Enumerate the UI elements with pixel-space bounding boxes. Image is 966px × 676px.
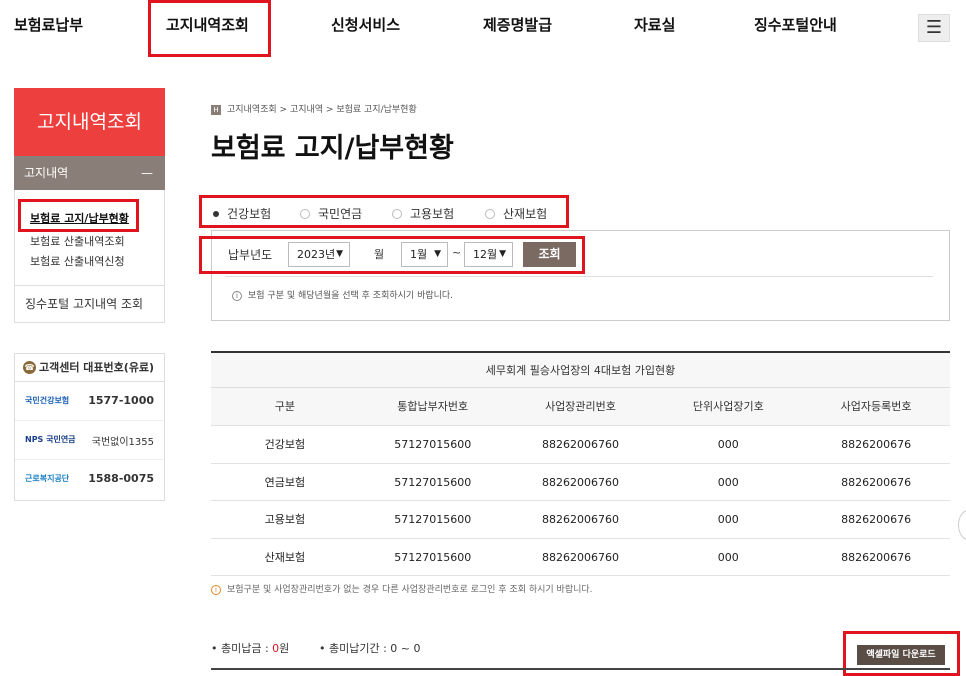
customer-center-box: ☎ 고객센터 대표번호(유료) 국민건강보험 1577-1000 NPS 국민연… (14, 353, 165, 501)
sidebar-item-calc-inquiry[interactable]: 보험료 산출내역조회 (30, 233, 125, 249)
radio-unchecked-icon (485, 209, 495, 219)
breadcrumb-text: 고지내역조회 > 고지내역 > 보험료 고지/납부현황 (227, 105, 417, 115)
table-cell: 8826200676 (841, 438, 912, 451)
table-cell: 000 (717, 475, 739, 489)
chevron-down-icon: ▼ (336, 249, 343, 259)
scroll-top-button[interactable] (958, 510, 966, 540)
range-tilde: ~ (452, 246, 462, 259)
table-cell: 건강보험 (264, 438, 306, 451)
nav-item-library[interactable]: 자료실 (634, 14, 675, 35)
search-note-text: 보험 구분 및 해당년월을 선택 후 조회하시기 바랍니다. (248, 291, 454, 301)
contact-row: 국민건강보험 1577-1000 (15, 383, 164, 421)
table-header-cell: 통합납부자번호 (358, 388, 507, 425)
nav-item-payment[interactable]: 보험료납부 (14, 14, 83, 35)
menu-icon[interactable]: ☰ (918, 14, 950, 42)
table-cell: 88262006760 (542, 438, 619, 451)
nav-item-application[interactable]: 신청서비스 (331, 14, 400, 35)
customer-center-label: 고객센터 대표번호(유료) (39, 361, 155, 374)
sidebar-item-calc-request[interactable]: 보험료 산출내역신청 (30, 253, 125, 269)
phone-icon: ☎ (23, 361, 36, 374)
year-label: 납부년도 (228, 248, 273, 262)
divider (225, 276, 933, 277)
arrears-label: • 총미납금 : (211, 642, 273, 655)
table-cell: 57127015600 (394, 513, 472, 526)
collapse-icon[interactable]: — (141, 156, 153, 190)
comwel-logo: 근로복지공단 (25, 474, 70, 483)
radio-employment[interactable]: 고용보험 (392, 205, 454, 222)
sidebar-highlight (18, 199, 139, 232)
chevron-down-icon: ▼ (434, 249, 441, 259)
top-nav: 보험료납부 고지내역조회 신청서비스 제증명발급 자료실 징수포털안내 ☰ (0, 0, 966, 52)
table-cell: 57127015600 (394, 438, 472, 451)
month-to-value: 12월 (473, 248, 498, 261)
table-header-cell: 구분 (211, 388, 359, 425)
table-header-cell: 단위사업장기호 (654, 388, 803, 425)
sidebar-section-label: 고지내역 (24, 166, 69, 180)
nav-item-certificate[interactable]: 제증명발급 (483, 14, 552, 35)
table-cell: 산재보험 (264, 550, 306, 564)
month-label: 월 (374, 248, 385, 261)
contact-row: 근로복지공단 1588-0075 (15, 461, 164, 499)
radio-label: 국민연금 (318, 207, 363, 221)
nav-item-portal-guide[interactable]: 징수포털안내 (754, 14, 837, 35)
table-cell: 000 (717, 438, 739, 451)
table-header-cell: 사업장관리번호 (506, 388, 655, 425)
year-select[interactable]: 2023년 ▼ (288, 242, 350, 267)
info-icon: i (211, 584, 221, 595)
month-from-value: 1월 (410, 248, 428, 261)
nps-logo: NPS 국민연금 (25, 435, 76, 444)
total-arrears: • 총미납금 : 0원 (211, 640, 289, 656)
table-caption: 세무회계 필승사업장의 4대보험 가입현황 (211, 353, 950, 388)
year-value: 2023년 (297, 248, 336, 261)
table-cell: 88262006760 (542, 475, 619, 489)
table-cell: 연금보험 (264, 475, 306, 489)
month-to-select[interactable]: 12월 ▼ (464, 242, 513, 267)
breadcrumb: H 고지내역조회 > 고지내역 > 보험료 고지/납부현황 (211, 102, 417, 115)
table-foot-note-text: 보험구분 및 사업장관리번호가 없는 경우 다른 사업장관리번호로 로그인 후 … (227, 585, 593, 595)
table-cell: 8826200676 (841, 475, 912, 489)
radio-label: 고용보험 (410, 207, 455, 221)
table-cell: 8826200676 (841, 513, 912, 526)
radio-unchecked-icon (300, 209, 310, 219)
search-button[interactable]: 조회 (523, 242, 576, 267)
table-cell: 88262006760 (542, 550, 619, 564)
chevron-down-icon: ▼ (499, 249, 506, 259)
table-header-cell: 사업자등록번호 (802, 388, 950, 425)
table-bottom-border (211, 668, 950, 670)
nhis-logo: 국민건강보험 (25, 396, 70, 405)
radio-label: 건강보험 (227, 207, 272, 221)
table-cell: 000 (717, 513, 739, 526)
sidebar-title: 고지내역조회 (14, 88, 165, 156)
nav-active-highlight (148, 0, 271, 57)
table-cell: 57127015600 (394, 475, 472, 489)
total-arrears-period: • 총미납기간 : 0 ~ 0 (319, 642, 421, 655)
contact-row: NPS 국민연금 국번없이1355 (15, 422, 164, 460)
page-title: 보험료 고지/납부현황 (211, 133, 454, 164)
arrears-unit: 원 (279, 642, 290, 655)
info-icon: i (232, 290, 242, 301)
contact-number: 1588-0075 (88, 472, 154, 485)
customer-center-title: ☎ 고객센터 대표번호(유료) (15, 354, 164, 382)
radio-health[interactable]: 건강보험 (213, 205, 271, 222)
sidebar-section[interactable]: 고지내역 — (14, 156, 165, 190)
radio-industrial[interactable]: 산재보험 (485, 205, 547, 222)
radio-unchecked-icon (392, 209, 402, 219)
table-cell: 8826200676 (841, 550, 912, 564)
month-from-select[interactable]: 1월 ▼ (401, 242, 448, 267)
table-foot-note: i 보험구분 및 사업장관리번호가 없는 경우 다른 사업장관리번호로 로그인 후… (211, 582, 593, 595)
radio-label: 산재보험 (503, 207, 548, 221)
contact-number: 국번없이1355 (91, 437, 154, 448)
table-cell: 000 (717, 550, 739, 564)
search-info-note: i 보험 구분 및 해당년월을 선택 후 조회하시기 바랍니다. (232, 288, 453, 301)
table-cell: 57127015600 (394, 550, 472, 564)
sidebar-item-portal-notice[interactable]: 징수포털 고지내역 조회 (14, 285, 165, 323)
table-cell: 고용보험 (264, 513, 306, 526)
radio-checked-icon (213, 211, 219, 217)
radio-pension[interactable]: 국민연금 (300, 205, 362, 222)
contact-number: 1577-1000 (88, 394, 154, 407)
table-cell: 88262006760 (542, 513, 619, 526)
home-icon: H (211, 104, 221, 115)
